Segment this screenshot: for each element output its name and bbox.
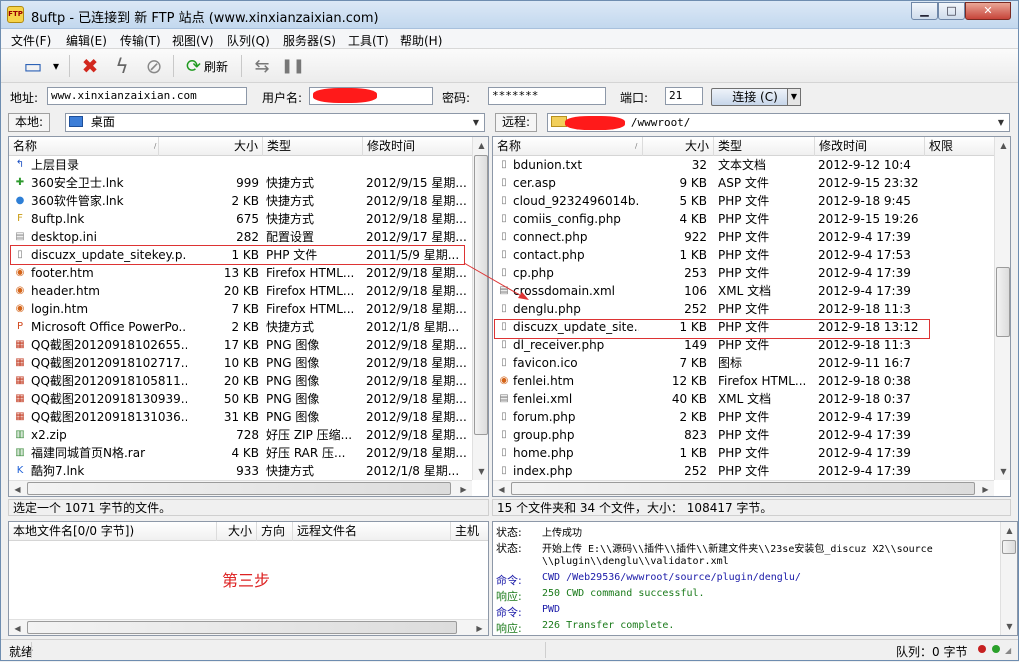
status-segment xyxy=(31,642,546,658)
queue-status: 队列：0 字节 xyxy=(896,645,968,659)
scroll-down-icon[interactable]: ▼ xyxy=(1001,618,1017,635)
app-window: FTP 8uftp - 已连接到 新 FTP 站点 (www.xinxianza… xyxy=(0,0,1019,661)
log-vscrollbar[interactable]: ▲ ▼ xyxy=(1000,522,1017,635)
scroll-right-icon[interactable]: ▶ xyxy=(471,620,488,635)
queue-col-remote[interactable]: 远程文件名 xyxy=(293,522,451,541)
log-label: 状态: xyxy=(496,526,522,539)
queue-col-size[interactable]: 大小 xyxy=(217,522,257,541)
log-message: 上传成功 xyxy=(542,528,582,539)
queue-list-header: 本地文件名[0/0 字节]) 大小 方向 远程文件名 主机 xyxy=(9,522,488,541)
send-indicator-icon xyxy=(978,645,986,653)
status-bar: 就绪 队列：0 字节 ◢ xyxy=(1,639,1018,660)
remote-status: 15 个文件夹和 34 个文件，大小： 108417 字节。 xyxy=(492,499,1011,516)
log-message: 226 Transfer complete. xyxy=(542,620,675,631)
queue-col-dir[interactable]: 方向 xyxy=(257,522,293,541)
ready-status: 就绪 xyxy=(9,645,34,659)
queue-col-local[interactable]: 本地文件名[0/0 字节]) xyxy=(9,522,217,541)
queue-hscrollbar[interactable]: ◀ ▶ xyxy=(9,619,488,635)
queue-hscroll-thumb[interactable] xyxy=(27,621,457,634)
step-annotation: 第三步 xyxy=(222,571,271,590)
log-message: 开始上传 E:\\源码\\插件\\插件\\新建文件夹\\23se安装包_disc… xyxy=(542,544,933,555)
log-message: 250 CWD command successful. xyxy=(542,588,705,599)
log-label: 状态: xyxy=(496,542,522,555)
log-label: 响应: xyxy=(496,622,522,635)
log-message: PWD xyxy=(542,604,561,615)
log-message: \\plugin\\denglu\\validator.xml xyxy=(542,556,729,567)
scroll-up-icon[interactable]: ▲ xyxy=(1001,522,1017,539)
queue-col-host[interactable]: 主机 xyxy=(451,522,488,541)
log-vscroll-thumb[interactable] xyxy=(1002,540,1016,554)
log-panel[interactable]: 状态: 上传成功 状态: 开始上传 E:\\源码\\插件\\插件\\新建文件夹\\23… xyxy=(492,521,1018,636)
resize-grip-icon[interactable]: ◢ xyxy=(1005,646,1014,655)
queue-list[interactable]: 本地文件名[0/0 字节]) 大小 方向 远程文件名 主机 第三步 ◀ ▶ xyxy=(8,521,489,636)
log-label: 命令: xyxy=(496,606,522,619)
log-message: CWD /Web29536/wwwroot/source/plugin/deng… xyxy=(542,572,801,583)
receive-indicator-icon xyxy=(992,645,1000,653)
log-label: 命令: xyxy=(496,574,522,587)
log-label: 响应: xyxy=(496,590,522,603)
scroll-left-icon[interactable]: ◀ xyxy=(9,620,26,635)
